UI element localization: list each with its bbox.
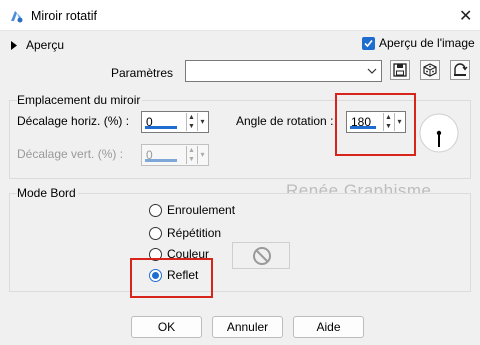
chevron-down-icon	[367, 68, 377, 74]
expand-triangle-icon	[11, 40, 17, 50]
preview-image-checkbox[interactable]: Aperçu de l'image	[362, 36, 475, 50]
rotation-dial-icon	[419, 113, 459, 153]
reset-button[interactable]	[450, 60, 470, 80]
disabled-icon	[253, 247, 271, 265]
floppy-disk-icon	[393, 63, 407, 77]
title-bar: Miroir rotatif ✕	[0, 0, 480, 31]
color-swatch	[232, 242, 290, 269]
preview-image-label: Aperçu de l'image	[379, 36, 475, 50]
preview-toggle-label: Aperçu	[26, 38, 65, 52]
close-icon[interactable]: ✕	[459, 6, 472, 26]
h-offset-spin-arrows[interactable]: ▲ ▼	[186, 113, 196, 131]
help-button[interactable]: Aide	[293, 316, 364, 338]
checkbox-checked-icon	[362, 36, 375, 50]
app-icon	[11, 11, 23, 23]
radio-enroulement[interactable]: Enroulement	[149, 203, 235, 217]
angle-dial[interactable]	[419, 113, 459, 153]
params-select[interactable]	[185, 60, 382, 82]
v-offset-slider-bar	[145, 159, 177, 162]
randomize-button[interactable]	[420, 60, 440, 80]
dice-icon	[423, 63, 437, 77]
radio-repetition[interactable]: Répétition	[149, 226, 221, 240]
radio-circle	[149, 226, 162, 240]
window-title: Miroir rotatif	[31, 9, 97, 23]
v-offset-input: 0 ▲ ▼ ▾	[141, 144, 209, 166]
h-offset-input[interactable]: 0 ▲ ▼ ▾	[141, 111, 209, 133]
edge-group-title: Mode Bord	[17, 186, 78, 200]
v-offset-spin-arrows: ▲ ▼	[186, 146, 196, 164]
h-offset-dropdown-icon[interactable]: ▾	[197, 113, 207, 131]
angle-label: Angle de rotation :	[236, 114, 334, 128]
v-offset-label: Décalage vert. (%) :	[17, 147, 124, 161]
v-offset-dropdown-icon: ▾	[197, 146, 207, 164]
preview-toggle[interactable]: Aperçu	[11, 38, 64, 52]
radio-label: Répétition	[167, 226, 222, 240]
angle-highlight-box	[335, 93, 416, 156]
cancel-button[interactable]: Annuler	[212, 316, 283, 338]
h-offset-label: Décalage horiz. (%) :	[17, 114, 130, 128]
radio-label: Enroulement	[167, 203, 236, 217]
h-offset-slider-bar	[145, 126, 177, 129]
params-label: Paramètres	[111, 66, 174, 80]
mirror-group-title: Emplacement du miroir	[17, 93, 143, 107]
reflet-highlight-box	[130, 258, 213, 298]
ok-button[interactable]: OK	[131, 316, 202, 338]
radio-circle	[149, 203, 162, 217]
reset-icon	[454, 63, 468, 76]
save-preset-button[interactable]	[390, 60, 410, 80]
